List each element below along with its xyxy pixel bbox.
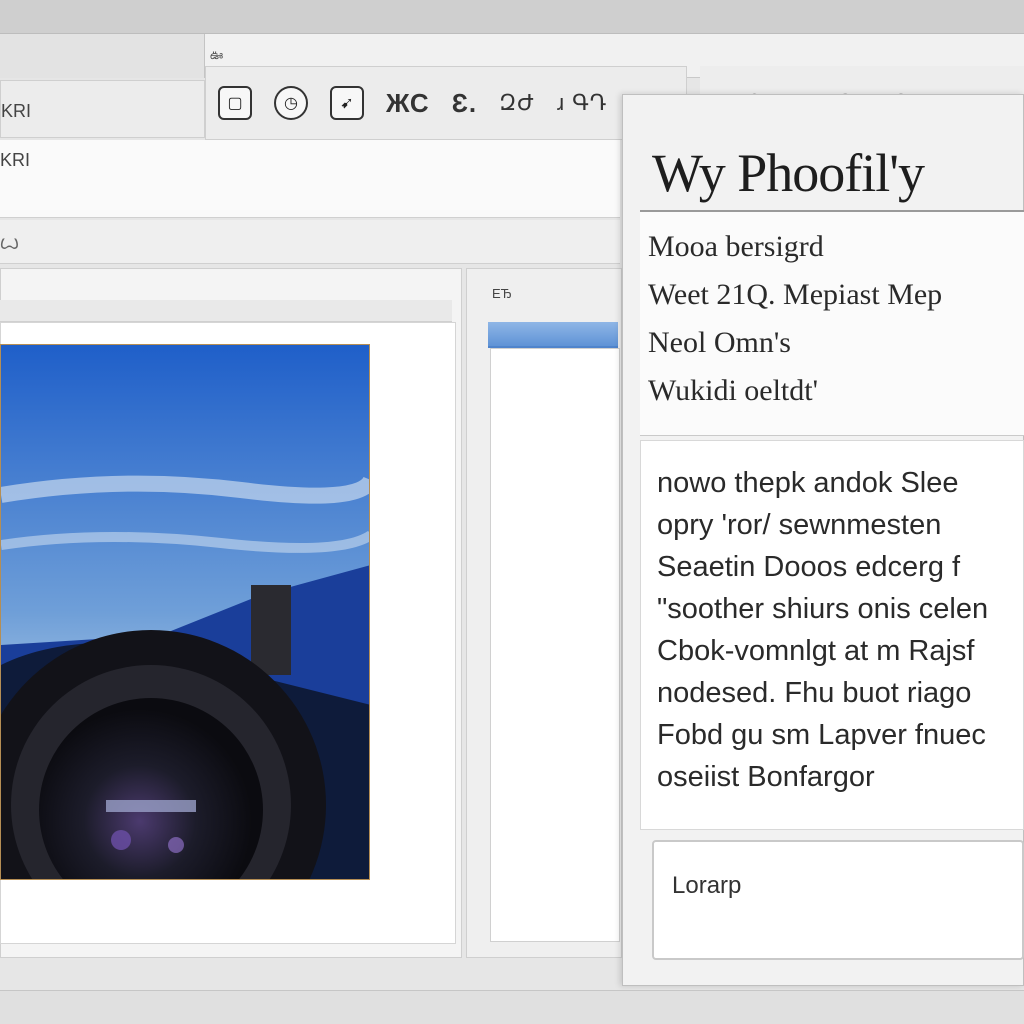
tab-label[interactable]: ఊ <box>210 48 223 65</box>
photo-image[interactable] <box>0 344 370 880</box>
toolbar-text-b[interactable]: Ɛ. <box>452 88 478 119</box>
toolbar-text-d[interactable]: ɹ ԳԴ <box>557 90 608 116</box>
dialog-body-line: "soother shiurs onis celen <box>657 593 989 625</box>
dialog-body-line: Fobd gu sm Lapver fnuec <box>657 719 986 751</box>
document-ruler <box>0 300 452 322</box>
dialog-body-line: opry 'ror/ sewnmesten <box>657 509 942 541</box>
side-panel-label: ЕЂ <box>492 286 512 301</box>
dialog-field: Neol Omn's <box>648 326 791 359</box>
photo-svg <box>1 345 369 879</box>
dialog-title: Wy Phoofil'y <box>652 143 925 203</box>
toolbar-text-c[interactable]: ԶԺ <box>499 90 535 116</box>
dialog-body-line: nowo thepk andok Slee <box>657 467 959 499</box>
side-panel-selection[interactable] <box>488 322 618 348</box>
dialog-body-line: nodesed. Fhu buot riago <box>657 677 972 709</box>
main-toolbar: ▢ ◷ ➹ ЖС Ɛ. ԶԺ ɹ ԳԴ <box>205 66 687 140</box>
dialog-body-line: Seaetin Dooos edcerg f <box>657 551 961 583</box>
dialog-body: nowo thepk andok Slee opry 'ror/ sewnmes… <box>640 440 1024 830</box>
toolbar-text-a[interactable]: ЖС <box>386 88 430 119</box>
dialog-input-value[interactable]: Lorarp <box>672 872 741 900</box>
dialog-field: Mooa bersigrd <box>648 230 824 263</box>
dialog-field: Weet 21Q. Mepiast Mep <box>648 278 943 311</box>
tab-document[interactable] <box>0 34 205 78</box>
dialog-input-field[interactable]: Lorarp <box>652 840 1024 960</box>
timer-icon[interactable]: ◷ <box>274 86 308 120</box>
dialog-field: Wukidi oeltdt' <box>648 374 819 407</box>
header-row-label: KRI <box>0 150 31 170</box>
document-subbar: Ꙍ <box>0 220 620 264</box>
title-bar <box>0 0 1024 34</box>
dialog-body-line: oseiist Bonfargor <box>657 761 875 793</box>
dialog-body-line: Cbok-vomnlgt at m Rajsf <box>657 635 975 667</box>
subbar-label: Ꙍ <box>0 236 19 253</box>
toolbar-left-mark: KRI <box>1 101 32 121</box>
side-panel-sheet <box>490 348 620 942</box>
bottom-status-bar <box>0 990 1024 1024</box>
document-header-row: KRI <box>0 140 620 218</box>
frame-icon[interactable]: ▢ <box>218 86 252 120</box>
toolbar-left-section: KRI <box>0 80 205 138</box>
dialog-fields: Mooa bersigrd Weet 21Q. Mepiast Mep Neol… <box>640 212 1024 436</box>
compass-icon[interactable]: ➹ <box>330 86 364 120</box>
